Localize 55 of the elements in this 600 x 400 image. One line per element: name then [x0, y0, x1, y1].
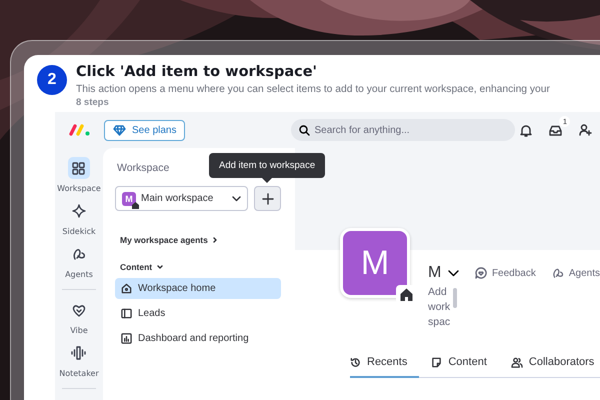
description-field[interactable]: Add workspac [428, 285, 451, 330]
bell-icon [520, 124, 532, 136]
add-user-icon [579, 124, 592, 136]
loop-icon [72, 247, 86, 261]
plus-icon [262, 192, 274, 204]
rail-label: Agents [65, 270, 93, 279]
rail-label: Sidekick [62, 227, 96, 236]
step-badge: 2 [37, 65, 67, 95]
chevron-down-icon [448, 270, 459, 276]
tooltip-pointer [262, 178, 272, 183]
sidebar-item[interactable]: Leads [115, 303, 281, 324]
rail-label: Workspace [57, 184, 101, 193]
waveform-icon [71, 346, 86, 360]
rail-label: Vibe [70, 326, 88, 335]
workspace-name: M [428, 264, 440, 282]
loop-icon [552, 267, 564, 279]
house-icon [400, 288, 412, 301]
tab[interactable]: Collaborators [510, 356, 600, 378]
search-field[interactable]: Search for anything... [291, 119, 516, 141]
history-icon [350, 356, 361, 368]
rail-button[interactable] [68, 157, 90, 179]
rail-label: Notetaker [59, 369, 99, 378]
home-icon [121, 283, 132, 294]
sparkle-icon [72, 204, 86, 218]
document-icon [431, 356, 442, 368]
chevron-right-icon [212, 237, 217, 243]
chart-icon [121, 333, 132, 344]
sidebar-item[interactable]: Workspace home [115, 278, 281, 299]
agents-link[interactable]: My workspace agents [120, 235, 208, 245]
content-heading[interactable]: Content [120, 262, 152, 272]
section-heading: Workspace [117, 162, 170, 174]
tooltip: Add item to workspace [209, 153, 326, 178]
action-link[interactable]: Feedback [474, 267, 536, 279]
grid-icon [72, 162, 86, 174]
tab[interactable]: Content [431, 356, 499, 378]
logo-icon [69, 124, 91, 136]
inbox-icon [549, 124, 562, 136]
scrollbar [453, 288, 457, 308]
workspace-dropdown[interactable]: M Main workspace [115, 186, 248, 211]
board-icon [121, 308, 132, 319]
add-button[interactable] [254, 186, 281, 211]
search-icon [299, 125, 310, 136]
chevron-down-icon [232, 196, 242, 202]
step-title: Click 'Add item to workspace' [76, 64, 318, 80]
diamond-icon [113, 124, 126, 136]
see-plans-button[interactable]: See plans [104, 120, 186, 140]
action-link[interactable]: Agents [552, 267, 600, 279]
step-description: This action opens a menu where you can select items to add to your current workspace, enhancing your [76, 84, 550, 95]
tab[interactable]: Recents [350, 356, 420, 378]
sidebar-item[interactable]: Dashboard and reporting [115, 328, 281, 349]
heart-icon [72, 304, 86, 316]
chat-icon [474, 267, 487, 279]
chevron-down-icon [157, 265, 164, 269]
people-icon [510, 356, 523, 368]
step-count: 8 steps [76, 97, 110, 108]
